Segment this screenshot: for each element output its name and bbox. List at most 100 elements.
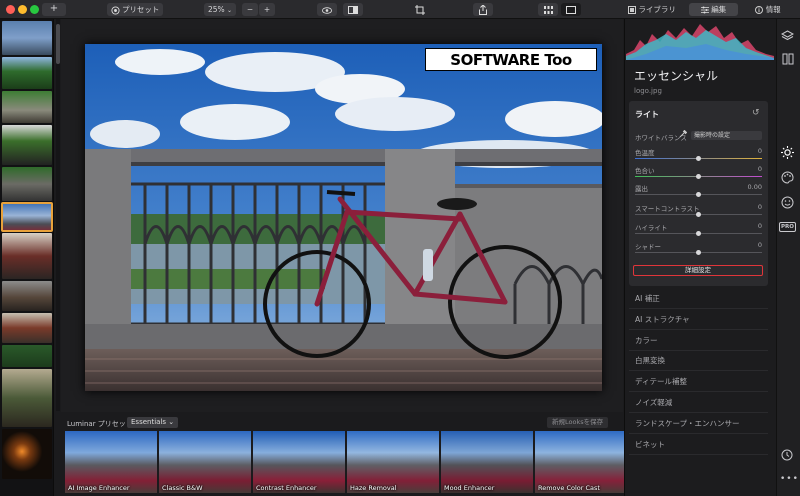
grid-view-button[interactable] (538, 3, 558, 16)
preset-tile[interactable]: Remove Color Cast (535, 431, 627, 493)
slider-handle[interactable] (696, 231, 701, 236)
advanced-settings-label: 詳細設定 (685, 266, 711, 274)
face-icon[interactable] (781, 196, 794, 209)
tab-edit[interactable]: 編集 (689, 3, 738, 16)
layers-icon[interactable] (781, 30, 794, 42)
main-photo[interactable] (85, 44, 602, 391)
filmstrip-thumb[interactable] (2, 21, 52, 55)
tab-library-label: ライブラリ (638, 5, 676, 14)
presets-category-select[interactable]: Essentials ⌄ (127, 417, 179, 428)
slider-value[interactable]: 0 (740, 203, 762, 211)
top-toolbar: + プリセット 25% ⌄ − + ライブラリ 編集 情報 (0, 0, 800, 19)
preview-toggle-button[interactable] (317, 3, 337, 16)
slider-value[interactable]: 0 (740, 165, 762, 173)
zoom-out-button[interactable]: − (242, 3, 258, 16)
slider-value[interactable]: 0.00 (740, 183, 762, 191)
eyedropper-icon[interactable] (679, 129, 688, 138)
grid-icon (543, 6, 553, 14)
slider-handle[interactable] (696, 174, 701, 179)
bicycle-photo-image (85, 44, 602, 391)
tool-category-bar (776, 19, 800, 496)
eye-icon (322, 6, 332, 14)
compare-icon (348, 6, 358, 14)
slider-label: スマートコントラスト (635, 205, 700, 213)
history-clock-icon[interactable] (781, 449, 793, 461)
tool-section-item[interactable]: ノイズ軽減 (635, 397, 672, 408)
reset-icon[interactable]: ↺ (752, 108, 760, 118)
filmstrip-thumb[interactable] (2, 313, 52, 343)
sun-icon[interactable] (781, 146, 794, 159)
preset-tile[interactable]: Contrast Enhancer (253, 431, 345, 493)
tool-section-item[interactable]: ビネット (635, 439, 665, 450)
preset-tile[interactable]: Mood Enhancer (441, 431, 533, 493)
compare-button[interactable] (343, 3, 363, 16)
tool-section-item[interactable]: ランドスケープ・エンハンサー (635, 418, 740, 429)
zoom-window-button[interactable] (30, 5, 39, 14)
single-view-button[interactable] (561, 3, 581, 16)
zoom-in-button[interactable]: + (259, 3, 275, 16)
preset-label: Haze Removal (350, 484, 397, 492)
section-divider (629, 308, 768, 309)
preset-tile[interactable]: AI Image Enhancer (65, 431, 157, 493)
filmstrip-thumb[interactable] (2, 57, 52, 89)
filmstrip-thumb[interactable] (2, 167, 52, 201)
pro-tools-icon[interactable]: PRO (779, 222, 796, 232)
filmstrip-thumb[interactable] (2, 345, 52, 367)
tool-section-item[interactable]: カラー (635, 335, 658, 346)
canvas-icon[interactable] (782, 53, 794, 65)
share-button[interactable] (473, 3, 493, 16)
crop-button[interactable] (410, 3, 430, 16)
histogram-chart (626, 20, 774, 60)
save-looks-button[interactable]: 新規Looksを保存 (547, 417, 609, 428)
minimize-window-button[interactable] (18, 5, 27, 14)
more-options-icon[interactable]: ••• (780, 474, 799, 484)
palette-icon[interactable] (781, 171, 794, 184)
tab-library[interactable]: ライブラリ (623, 3, 681, 16)
slider-label: ハイライト (635, 224, 668, 232)
light-section-title[interactable]: ライト (635, 109, 659, 120)
tab-edit-label: 編集 (711, 5, 727, 14)
preset-tile[interactable]: Haze Removal (347, 431, 439, 493)
single-image-icon (566, 6, 576, 14)
slider-value[interactable]: 0 (740, 222, 762, 230)
slider-handle[interactable] (696, 212, 701, 217)
zoom-select[interactable]: 25% ⌄ (204, 3, 236, 16)
add-images-button[interactable]: + (42, 3, 66, 16)
crop-icon (415, 5, 425, 15)
section-divider (629, 433, 768, 434)
tool-section-item[interactable]: AI 補正 (635, 293, 660, 304)
filmstrip-scroll-track[interactable] (56, 19, 60, 411)
section-divider (629, 370, 768, 371)
white-balance-select[interactable]: 撮影時の設定 (691, 131, 762, 140)
tab-info-label: 情報 (765, 5, 781, 14)
filmstrip-thumb[interactable] (2, 125, 52, 165)
tool-section-item[interactable]: 白黒変換 (635, 355, 665, 366)
section-divider (629, 454, 768, 455)
filmstrip-thumb[interactable] (2, 369, 52, 427)
presets-button[interactable]: プリセット (107, 3, 163, 16)
filmstrip-thumb[interactable] (2, 233, 52, 279)
presets-category-value: Essentials (131, 418, 167, 426)
tool-section-item[interactable]: AI ストラクチャ (635, 314, 690, 325)
tool-section-item[interactable]: ディテール補整 (635, 376, 687, 387)
slider-handle[interactable] (696, 156, 701, 161)
filmstrip-thumb[interactable] (2, 91, 52, 123)
filmstrip-thumb-selected[interactable] (1, 202, 53, 232)
filmstrip-scroll-thumb[interactable] (56, 24, 60, 64)
presets-strip: AI Image Enhancer Classic B&W Contrast E… (61, 431, 627, 496)
filmstrip-thumb[interactable] (2, 281, 52, 311)
tab-info[interactable]: 情報 (748, 3, 788, 16)
info-icon (755, 6, 764, 14)
slider-value[interactable]: 0 (740, 147, 762, 155)
advanced-settings-button[interactable]: 詳細設定 (633, 265, 763, 276)
filmstrip-thumb[interactable] (2, 429, 52, 479)
preset-tile[interactable]: Classic B&W (159, 431, 251, 493)
preset-label: Classic B&W (162, 484, 203, 492)
preset-label: Remove Color Cast (538, 484, 600, 492)
chevron-down-icon: ⌄ (168, 418, 175, 426)
slider-handle[interactable] (696, 192, 701, 197)
section-divider (629, 329, 768, 330)
close-window-button[interactable] (6, 5, 15, 14)
slider-handle[interactable] (696, 250, 701, 255)
slider-value[interactable]: 0 (740, 241, 762, 249)
